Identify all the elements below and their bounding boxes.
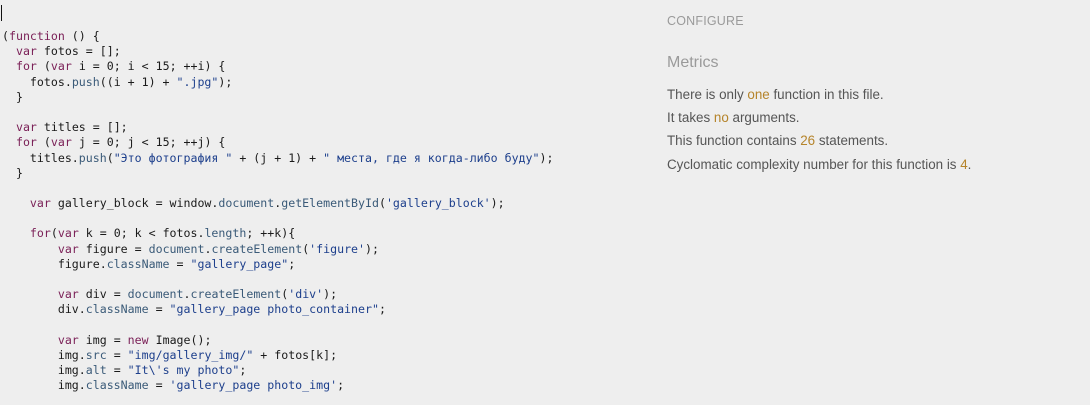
code-line: img.src = "img/gallery_img/" + fotos[k]; <box>2 347 338 362</box>
code-line: for(var k = 0; k < fotos.length; ++k){ <box>29 226 296 241</box>
configure-link[interactable]: CONFIGURE <box>667 14 744 28</box>
code-line: } <box>2 89 23 104</box>
code-line: img.className = 'gallery_page photo_img'… <box>2 378 345 393</box>
code-line: var fotos = []; <box>15 44 121 59</box>
code-line: for (var i = 0; i < 15; ++i) { <box>15 59 226 74</box>
metric-complexity: Cyclomatic complexity number for this fu… <box>667 157 972 172</box>
code-line: for (var j = 0; j < 15; ++j) { <box>15 135 226 150</box>
metric-arguments: It takes no arguments. <box>667 110 800 125</box>
code-line: var titles = []; <box>15 120 128 135</box>
metric-value: no <box>713 110 729 125</box>
metric-value: one <box>747 87 770 102</box>
code-line: ​ <box>2 181 553 196</box>
text-cursor <box>1 5 2 21</box>
code-line: ​ <box>2 272 553 287</box>
code-line: ​ <box>2 211 553 226</box>
code-line: figure.className = "gallery_page"; <box>2 256 296 271</box>
metric-value: 26 <box>800 133 816 148</box>
code-line: ​ <box>2 318 553 333</box>
code-line: div.className = "gallery_page photo_cont… <box>2 302 386 317</box>
code-line: } <box>2 165 23 180</box>
metric-statements: This function contains 26 statements. <box>667 133 889 148</box>
code-block[interactable]: (function () { var fotos = []; for (var … <box>2 29 553 394</box>
metric-function-count: There is only one function in this file. <box>667 87 884 102</box>
metric-value: 4 <box>960 157 968 172</box>
code-line: var div = document.createElement('div'); <box>57 287 338 302</box>
code-line: titles.push("Это фотография " + (j + 1) … <box>2 150 554 165</box>
code-line: (function () { <box>2 29 100 43</box>
code-line: var gallery_block = window.document.getE… <box>29 196 505 211</box>
code-line: fotos.push((i + 1) + ".jpg"); <box>2 74 233 89</box>
code-line: var figure = document.createElement('fig… <box>57 241 379 256</box>
code-line: ​ <box>2 105 553 120</box>
metrics-heading: Metrics <box>667 54 719 71</box>
code-editor[interactable]: (function () { var fotos = []; for (var … <box>0 0 640 405</box>
code-line: img.alt = "It\'s my photo"; <box>2 363 247 378</box>
code-line: var img = new Image(); <box>57 332 212 347</box>
